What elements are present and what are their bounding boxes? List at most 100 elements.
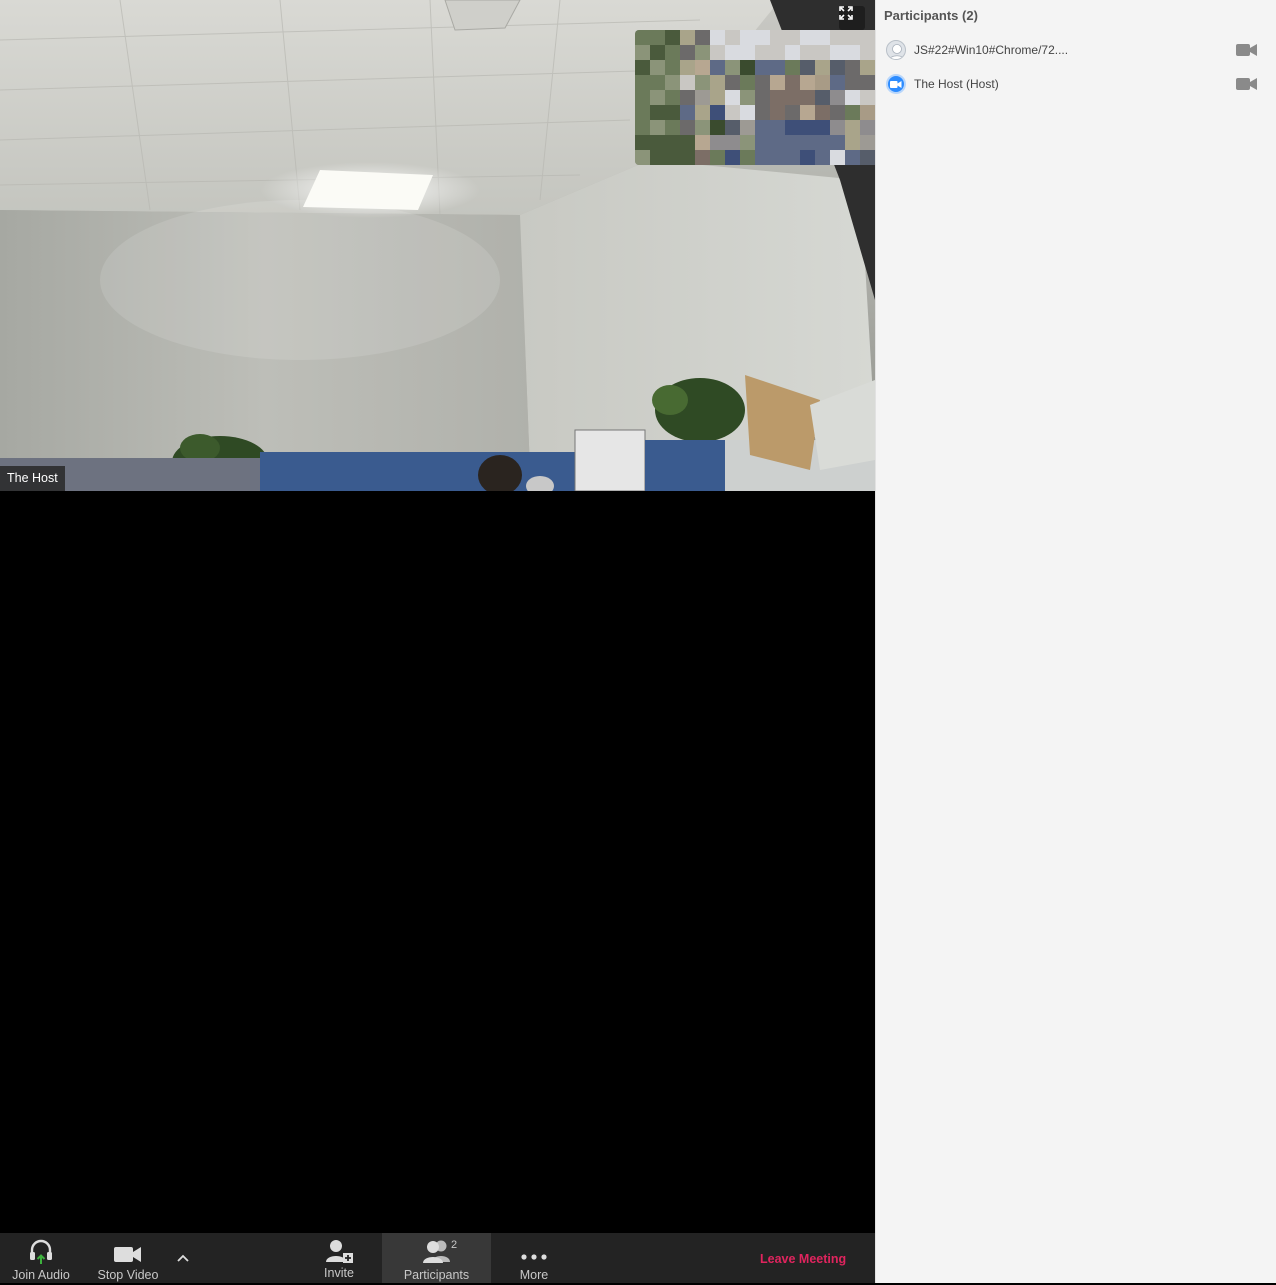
default-avatar-icon	[886, 40, 906, 60]
thumbnail-pixel	[845, 150, 860, 165]
thumbnail-pixel	[725, 60, 740, 75]
thumbnail-pixel	[785, 75, 800, 90]
thumbnail-pixel	[725, 120, 740, 135]
participants-count-badge: 2	[451, 1239, 458, 1251]
leave-meeting-button[interactable]: Leave Meeting	[760, 1233, 846, 1283]
stop-video-button[interactable]: Stop Video	[92, 1233, 164, 1283]
more-label: More	[519, 1268, 549, 1282]
invite-button[interactable]: Invite	[308, 1233, 370, 1283]
thumbnail-pixel	[830, 105, 845, 120]
thumbnail-pixel	[860, 135, 875, 150]
thumbnail-pixel	[785, 30, 800, 45]
thumbnail-pixel	[710, 30, 725, 45]
thumbnail-pixel	[845, 105, 860, 120]
thumbnail-pixel	[860, 150, 875, 165]
thumbnail-pixel	[740, 135, 755, 150]
thumbnail-pixel	[635, 120, 650, 135]
more-button[interactable]: More	[506, 1233, 562, 1283]
thumbnail-pixel	[635, 60, 650, 75]
thumbnail-pixel	[680, 75, 695, 90]
thumbnail-pixel	[665, 60, 680, 75]
thumbnail-pixel	[740, 30, 755, 45]
thumbnail-pixel	[695, 75, 710, 90]
chevron-up-icon	[177, 1254, 189, 1262]
thumbnail-pixel	[845, 30, 860, 45]
thumbnail-pixel	[665, 90, 680, 105]
thumbnail-pixel	[725, 45, 740, 60]
video-options-button[interactable]	[172, 1233, 194, 1283]
more-dots-icon	[521, 1254, 547, 1260]
thumbnail-pixel	[785, 90, 800, 105]
video-camera-icon	[114, 1247, 141, 1262]
thumbnail-pixel	[695, 90, 710, 105]
participants-button[interactable]: Participants 2	[382, 1233, 491, 1283]
thumbnail-pixel	[695, 30, 710, 45]
thumbnail-pixel	[815, 120, 830, 135]
thumbnail-pixel	[755, 120, 770, 135]
thumbnail-pixel	[830, 60, 845, 75]
thumbnail-pixel	[650, 60, 665, 75]
participant-row[interactable]: JS#22#Win10#Chrome/72....	[876, 35, 1276, 65]
thumbnail-pixel	[680, 30, 695, 45]
thumbnail-pixel	[800, 45, 815, 60]
thumbnail-pixel	[770, 90, 785, 105]
participants-icon	[422, 1240, 450, 1263]
thumbnail-pixel	[740, 90, 755, 105]
thumbnail-pixel	[785, 135, 800, 150]
thumbnail-pixel	[785, 120, 800, 135]
fullscreen-icon	[839, 6, 853, 20]
thumbnail-pixel	[770, 120, 785, 135]
thumbnail-pixel	[680, 135, 695, 150]
thumbnail-pixel	[770, 150, 785, 165]
thumbnail-pixel	[770, 60, 785, 75]
thumbnail-pixel	[755, 105, 770, 120]
thumbnail-pixel	[680, 120, 695, 135]
thumbnail-pixel	[680, 60, 695, 75]
thumbnail-pixel	[800, 90, 815, 105]
speaker-name-tag: The Host	[0, 466, 65, 491]
thumbnail-pixel	[830, 90, 845, 105]
thumbnail-pixel	[815, 60, 830, 75]
thumbnail-pixel	[710, 75, 725, 90]
add-user-icon	[326, 1240, 353, 1263]
thumbnail-pixel	[650, 45, 665, 60]
thumbnail-pixel	[830, 135, 845, 150]
thumbnail-pixel	[725, 105, 740, 120]
thumbnail-pixel	[845, 90, 860, 105]
zoom-avatar-icon	[886, 74, 906, 94]
thumbnail-pixel	[845, 60, 860, 75]
thumbnail-pixel	[755, 45, 770, 60]
thumbnail-pixel	[845, 75, 860, 90]
thumbnail-pixel	[710, 45, 725, 60]
thumbnail-pixel	[695, 150, 710, 165]
thumbnail-pixel	[710, 120, 725, 135]
join-audio-button[interactable]: Join Audio	[6, 1233, 76, 1283]
participant-row[interactable]: The Host (Host)	[876, 69, 1276, 99]
thumbnail-pixel	[710, 135, 725, 150]
thumbnail-pixel	[830, 30, 845, 45]
thumbnail-pixel	[800, 75, 815, 90]
thumbnail-pixel	[680, 150, 695, 165]
thumbnail-pixel	[710, 90, 725, 105]
video-camera-icon[interactable]	[1236, 77, 1258, 91]
thumbnail-pixel	[815, 105, 830, 120]
thumbnail-pixel	[740, 150, 755, 165]
thumbnail-pixel	[740, 105, 755, 120]
thumbnail-pixel	[635, 75, 650, 90]
fullscreen-button[interactable]	[839, 6, 865, 30]
video-camera-icon[interactable]	[1236, 43, 1258, 57]
thumbnail-pixel	[755, 90, 770, 105]
thumbnail-pixel	[725, 75, 740, 90]
thumbnail-pixel	[665, 30, 680, 45]
thumbnail-pixel	[665, 150, 680, 165]
thumbnail-pixel	[815, 45, 830, 60]
thumbnail-pixel	[635, 45, 650, 60]
thumbnail-pixel	[740, 75, 755, 90]
thumbnail-pixel	[695, 60, 710, 75]
thumbnail-pixel	[740, 120, 755, 135]
self-view-thumbnail[interactable]	[635, 30, 875, 165]
thumbnail-pixel	[665, 45, 680, 60]
thumbnail-pixel	[755, 150, 770, 165]
thumbnail-pixel	[845, 135, 860, 150]
thumbnail-pixel	[830, 75, 845, 90]
